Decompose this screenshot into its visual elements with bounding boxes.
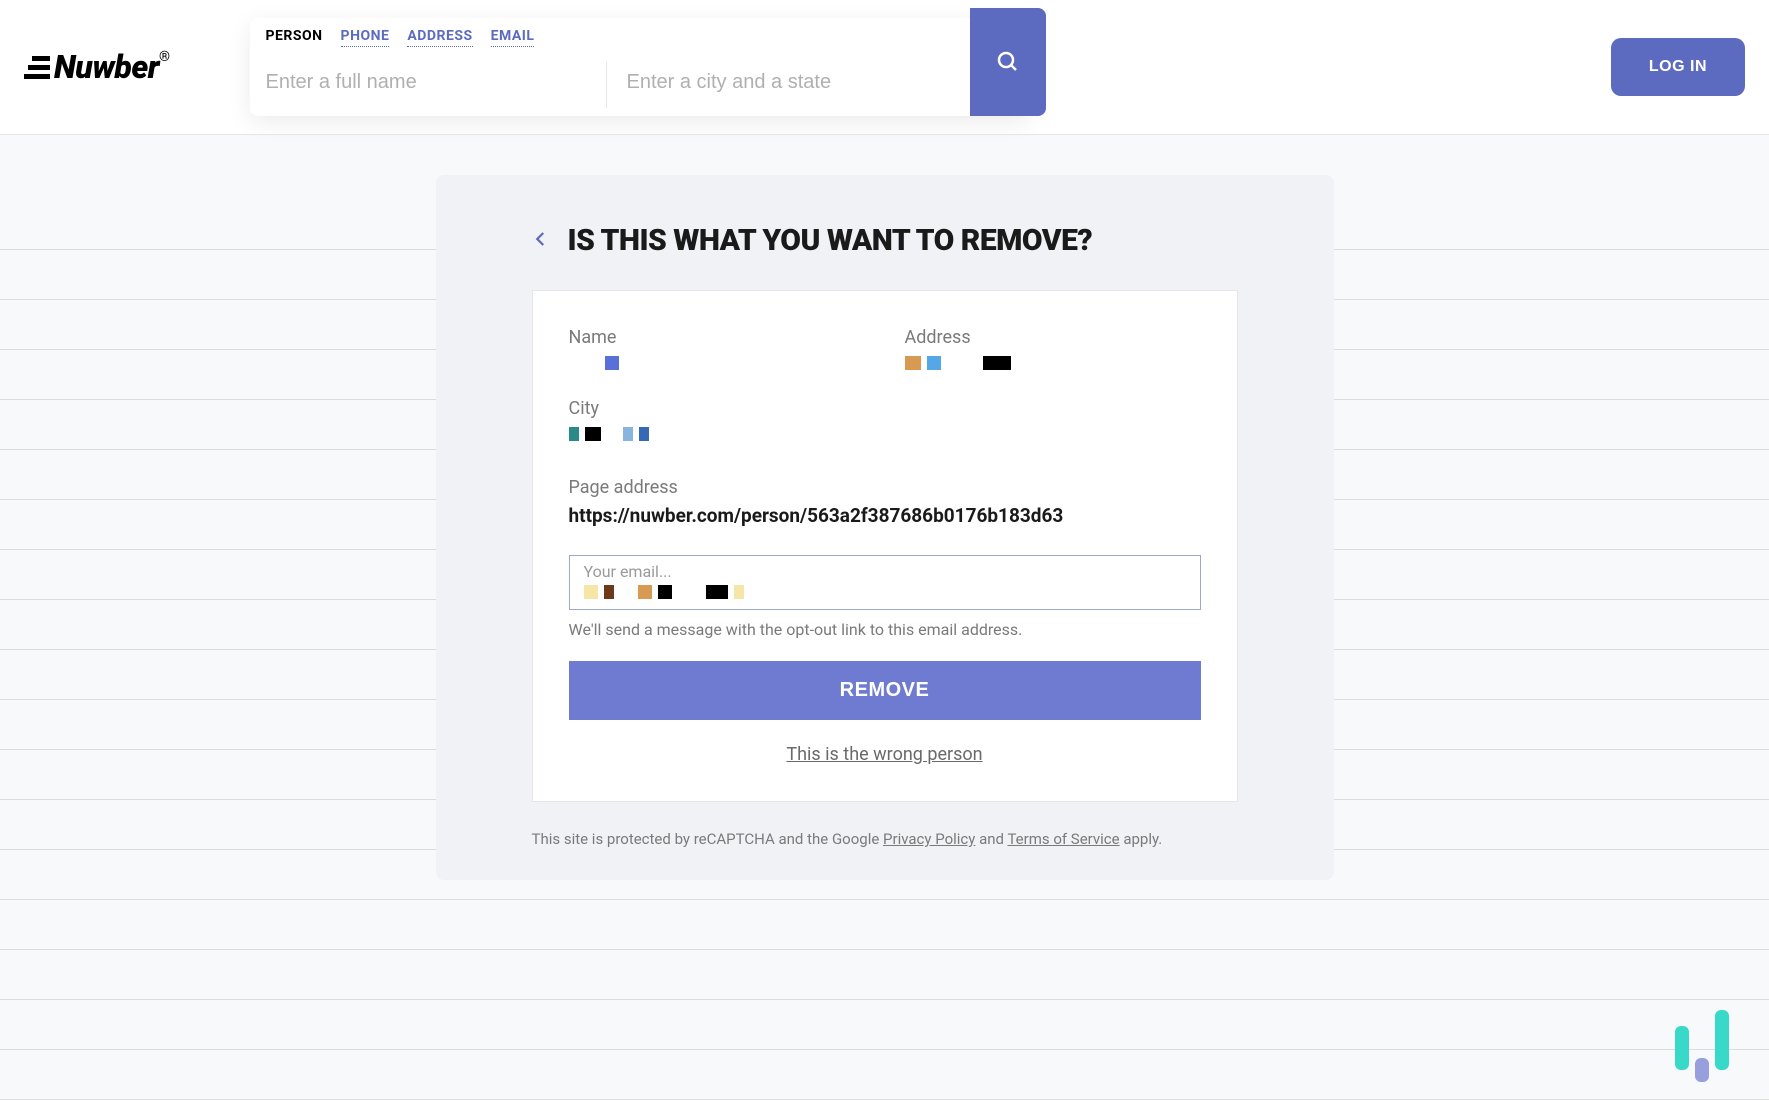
logo-text: Nuwber: [54, 48, 159, 86]
tab-address[interactable]: ADDRESS: [407, 28, 472, 47]
tab-email[interactable]: EMAIL: [491, 28, 535, 47]
info-grid: Name Address City: [569, 327, 1201, 441]
name-input[interactable]: [266, 53, 586, 116]
recaptcha-and: and: [975, 830, 1007, 848]
info-box: Name Address City: [532, 290, 1238, 802]
title-row: IS THIS WHAT YOU WANT TO REMOVE?: [532, 223, 1238, 258]
page-address-label: Page address: [569, 477, 1201, 498]
chat-bar-icon: [1715, 1010, 1729, 1070]
main-card: IS THIS WHAT YOU WANT TO REMOVE? Name Ad…: [436, 175, 1334, 880]
logo-registered: ®: [159, 49, 170, 65]
field-address: Address: [905, 327, 1201, 370]
privacy-policy-link[interactable]: Privacy Policy: [883, 830, 975, 848]
city-input[interactable]: [627, 53, 907, 116]
field-city: City: [569, 398, 865, 441]
city-value-redacted: [569, 427, 865, 441]
address-value-redacted: [905, 356, 1201, 370]
remove-button[interactable]: REMOVE: [569, 661, 1201, 720]
email-placeholder: Your email...: [584, 562, 1186, 581]
page-address-value: https://nuwber.com/person/563a2f387686b0…: [569, 504, 1201, 527]
recaptcha-notice: This site is protected by reCAPTCHA and …: [532, 830, 1238, 848]
logo[interactable]: Nuwber ®: [24, 48, 170, 86]
terms-link[interactable]: Terms of Service: [1007, 830, 1119, 848]
login-button[interactable]: LOG IN: [1611, 38, 1745, 96]
chat-bar-icon: [1675, 1026, 1689, 1070]
name-label: Name: [569, 327, 865, 348]
recaptcha-prefix: This site is protected by reCAPTCHA and …: [532, 830, 884, 848]
search-row: [266, 53, 1014, 116]
chevron-left-icon: [532, 230, 550, 248]
logo-lines-icon: [24, 56, 50, 79]
search-tabs: PERSON PHONE ADDRESS EMAIL: [266, 28, 1014, 47]
search-button[interactable]: [970, 8, 1046, 116]
address-label: Address: [905, 327, 1201, 348]
search-panel: PERSON PHONE ADDRESS EMAIL: [250, 18, 1030, 116]
field-name: Name: [569, 327, 865, 370]
chat-widget[interactable]: [1675, 1010, 1729, 1070]
back-button[interactable]: [532, 230, 550, 252]
email-hint: We'll send a message with the opt-out li…: [569, 620, 1201, 639]
search-icon: [996, 50, 1020, 74]
chat-bar-icon: [1695, 1058, 1709, 1082]
name-value-redacted: [569, 356, 865, 370]
header: Nuwber ® PERSON PHONE ADDRESS EMAIL LOG …: [0, 0, 1769, 135]
page-title: IS THIS WHAT YOU WANT TO REMOVE?: [568, 223, 1093, 258]
city-label: City: [569, 398, 865, 419]
recaptcha-apply: apply.: [1120, 830, 1163, 848]
email-input-wrap[interactable]: Your email...: [569, 555, 1201, 610]
tab-person[interactable]: PERSON: [266, 28, 323, 47]
input-divider: [606, 62, 607, 108]
email-value-redacted: [584, 585, 1186, 599]
wrong-person-link[interactable]: This is the wrong person: [569, 744, 1201, 765]
tab-phone[interactable]: PHONE: [341, 28, 390, 47]
